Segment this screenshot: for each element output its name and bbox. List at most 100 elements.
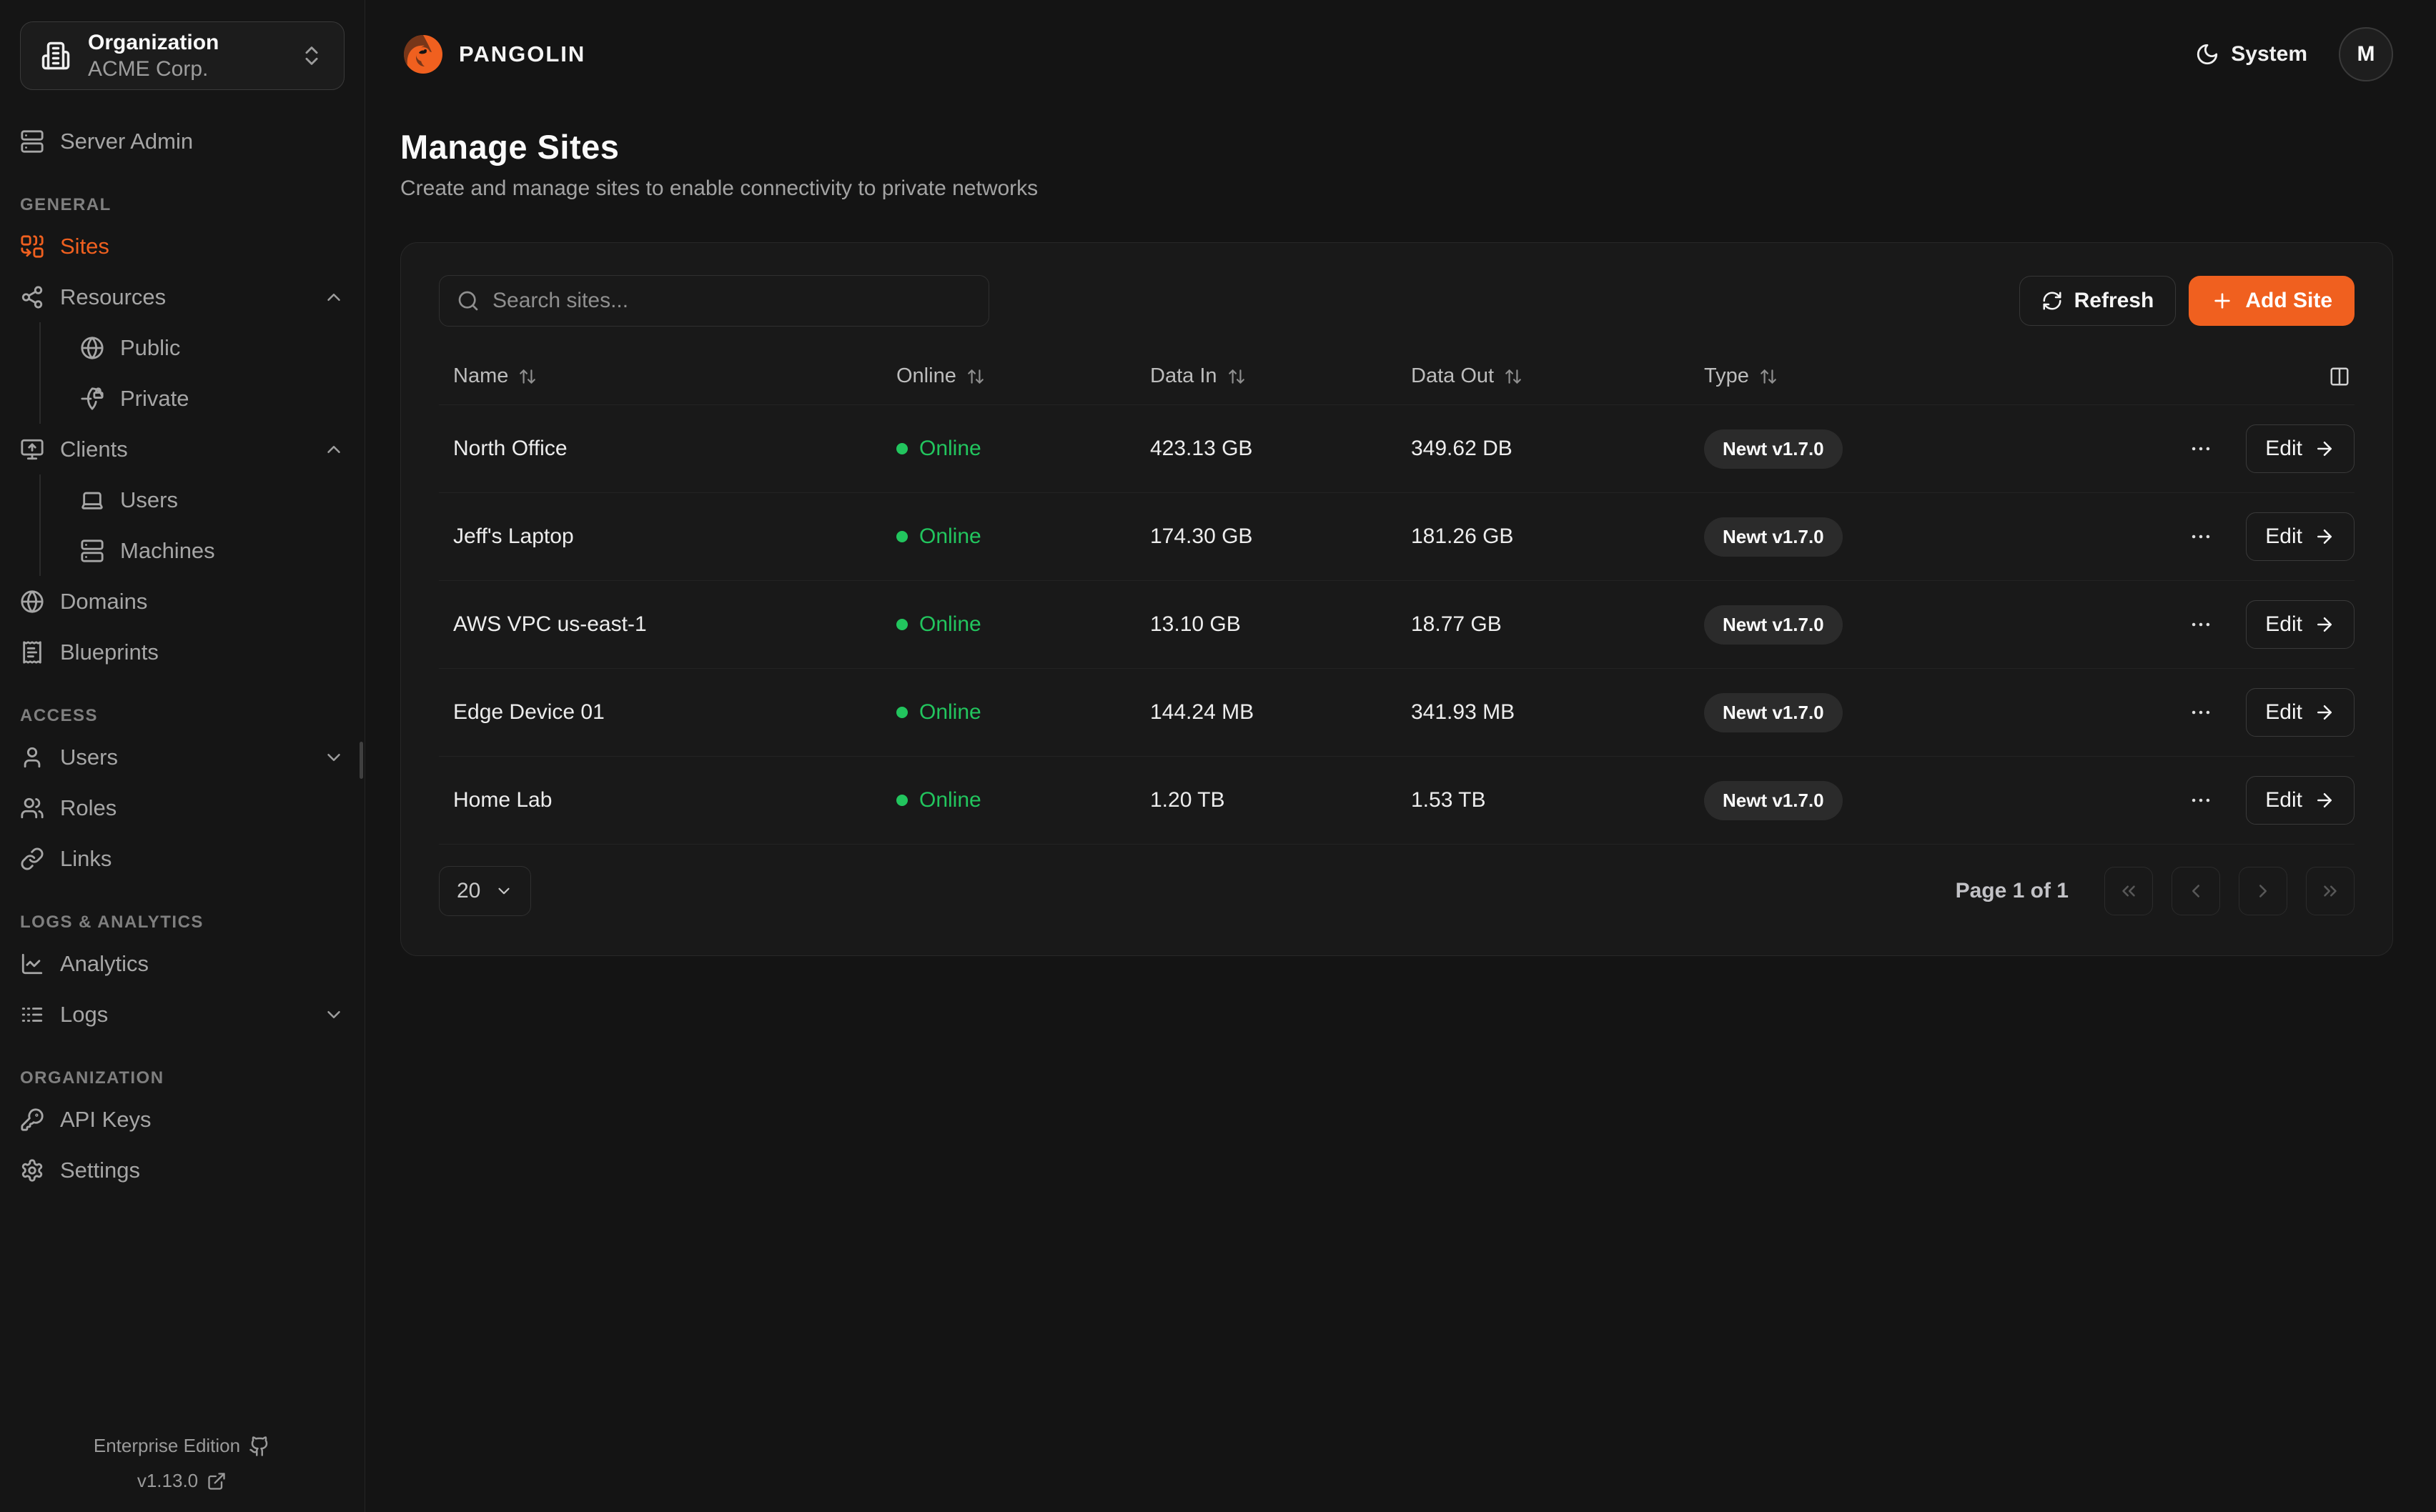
last-page-button[interactable] bbox=[2306, 867, 2355, 915]
building-icon bbox=[41, 41, 71, 71]
data-in-value: 423.13 GB bbox=[1136, 437, 1397, 461]
globe-icon bbox=[80, 336, 104, 360]
add-site-button[interactable]: Add Site bbox=[2189, 276, 2355, 326]
data-out-value: 341.93 MB bbox=[1397, 700, 1690, 725]
search-box bbox=[439, 275, 989, 327]
status-cell: Online bbox=[882, 700, 1136, 725]
first-page-button[interactable] bbox=[2104, 867, 2153, 915]
status-badge: Online bbox=[919, 788, 981, 812]
sidebar-item-sites[interactable]: Sites bbox=[20, 221, 345, 272]
sidebar-item-clients[interactable]: Clients bbox=[20, 424, 345, 474]
type-badge: Newt v1.7.0 bbox=[1704, 693, 1843, 732]
sort-icon[interactable] bbox=[1759, 367, 1778, 386]
org-switcher[interactable]: Organization ACME Corp. bbox=[20, 21, 345, 90]
chevrons-up-down-icon bbox=[299, 44, 324, 68]
column-header-online[interactable]: Online bbox=[882, 364, 1136, 388]
sidebar-item-label: Users bbox=[120, 487, 345, 513]
type-cell: Newt v1.7.0 bbox=[1690, 605, 2090, 645]
edit-button[interactable]: Edit bbox=[2246, 512, 2355, 561]
type-badge: Newt v1.7.0 bbox=[1704, 517, 1843, 557]
version-label[interactable]: v1.13.0 bbox=[137, 1470, 198, 1492]
sidebar-item-users[interactable]: Users bbox=[20, 732, 345, 782]
sidebar-item-label: Private bbox=[120, 386, 345, 412]
status-badge: Online bbox=[919, 437, 981, 461]
sidebar-footer: Enterprise Edition v1.13.0 bbox=[0, 1422, 364, 1492]
sort-icon[interactable] bbox=[518, 367, 537, 386]
avatar[interactable]: M bbox=[2339, 27, 2393, 81]
table-header: Name Online Data In Data Out Type bbox=[439, 348, 2355, 405]
columns-icon[interactable] bbox=[2329, 366, 2350, 387]
previous-page-button[interactable] bbox=[2172, 867, 2220, 915]
sidebar-item-resources[interactable]: Resources bbox=[20, 272, 345, 322]
toolbar: Refresh Add Site bbox=[439, 275, 2355, 327]
sort-icon[interactable] bbox=[1227, 367, 1246, 386]
edit-button[interactable]: Edit bbox=[2246, 600, 2355, 649]
brand-name: PANGOLIN bbox=[459, 41, 585, 67]
sidebar-item-analytics[interactable]: Analytics bbox=[20, 938, 345, 989]
status-badge: Online bbox=[919, 700, 981, 725]
column-header-type[interactable]: Type bbox=[1690, 364, 2090, 388]
search-icon bbox=[457, 289, 480, 312]
sidebar-item-label: Clients bbox=[60, 437, 307, 462]
edit-button[interactable]: Edit bbox=[2246, 776, 2355, 825]
page-size-select[interactable]: 20 bbox=[439, 866, 531, 916]
row-menu-button[interactable] bbox=[2183, 607, 2219, 642]
users-icon bbox=[20, 796, 44, 820]
sidebar-item-links[interactable]: Links bbox=[20, 833, 345, 884]
row-menu-button[interactable] bbox=[2183, 695, 2219, 730]
laptop-icon bbox=[80, 488, 104, 512]
sidebar-item-private[interactable]: Private bbox=[80, 373, 345, 424]
column-label: Data Out bbox=[1411, 364, 1494, 388]
github-icon[interactable] bbox=[249, 1436, 270, 1457]
globe-icon bbox=[20, 590, 44, 614]
column-header-actions bbox=[2090, 366, 2355, 387]
refresh-icon bbox=[2041, 290, 2063, 312]
page-size-value: 20 bbox=[457, 879, 480, 903]
arrow-right-icon bbox=[2314, 790, 2335, 811]
column-header-data-in[interactable]: Data In bbox=[1136, 364, 1397, 388]
sort-icon[interactable] bbox=[1504, 367, 1522, 386]
sites-card: Refresh Add Site Name Online Data In bbox=[400, 242, 2393, 956]
pangolin-logo-icon bbox=[400, 31, 446, 77]
chevron-down-icon bbox=[323, 747, 345, 768]
sidebar-item-domains[interactable]: Domains bbox=[20, 576, 345, 627]
data-out-value: 18.77 GB bbox=[1397, 612, 1690, 637]
theme-toggle[interactable]: System bbox=[2195, 42, 2307, 66]
site-name: North Office bbox=[439, 437, 882, 461]
sidebar-item-public[interactable]: Public bbox=[80, 322, 345, 373]
search-input[interactable] bbox=[492, 289, 971, 313]
data-out-value: 181.26 GB bbox=[1397, 524, 1690, 549]
next-page-button[interactable] bbox=[2239, 867, 2287, 915]
column-label: Data In bbox=[1150, 364, 1217, 388]
sidebar-item-label: Blueprints bbox=[60, 640, 345, 665]
sidebar-item-label: Roles bbox=[60, 795, 345, 821]
sidebar-item-server-admin[interactable]: Server Admin bbox=[20, 116, 345, 166]
column-label: Type bbox=[1704, 364, 1749, 388]
topbar: PANGOLIN System M bbox=[400, 0, 2393, 109]
row-menu-button[interactable] bbox=[2183, 431, 2219, 467]
brand[interactable]: PANGOLIN bbox=[400, 31, 585, 77]
sidebar-item-roles[interactable]: Roles bbox=[20, 782, 345, 833]
column-header-name[interactable]: Name bbox=[439, 364, 882, 388]
sidebar-item-api-keys[interactable]: API Keys bbox=[20, 1094, 345, 1145]
data-in-value: 144.24 MB bbox=[1136, 700, 1397, 725]
row-menu-button[interactable] bbox=[2183, 782, 2219, 818]
sidebar-item-client-users[interactable]: Users bbox=[80, 474, 345, 525]
edit-button[interactable]: Edit bbox=[2246, 688, 2355, 737]
external-link-icon[interactable] bbox=[207, 1471, 227, 1491]
sort-icon[interactable] bbox=[966, 367, 985, 386]
column-header-data-out[interactable]: Data Out bbox=[1397, 364, 1690, 388]
sidebar-item-blueprints[interactable]: Blueprints bbox=[20, 627, 345, 677]
sidebar-scrollbar-thumb[interactable] bbox=[360, 742, 363, 779]
sidebar-item-settings[interactable]: Settings bbox=[20, 1145, 345, 1195]
data-in-value: 13.10 GB bbox=[1136, 612, 1397, 637]
chevron-up-icon bbox=[323, 439, 345, 460]
sidebar-item-logs[interactable]: Logs bbox=[20, 989, 345, 1040]
link-icon bbox=[20, 847, 44, 871]
sidebar-item-machines[interactable]: Machines bbox=[80, 525, 345, 576]
page-title: Manage Sites bbox=[400, 127, 2393, 166]
refresh-button[interactable]: Refresh bbox=[2019, 276, 2177, 326]
edit-button[interactable]: Edit bbox=[2246, 424, 2355, 473]
row-menu-button[interactable] bbox=[2183, 519, 2219, 554]
actions-cell: Edit bbox=[2090, 512, 2355, 561]
